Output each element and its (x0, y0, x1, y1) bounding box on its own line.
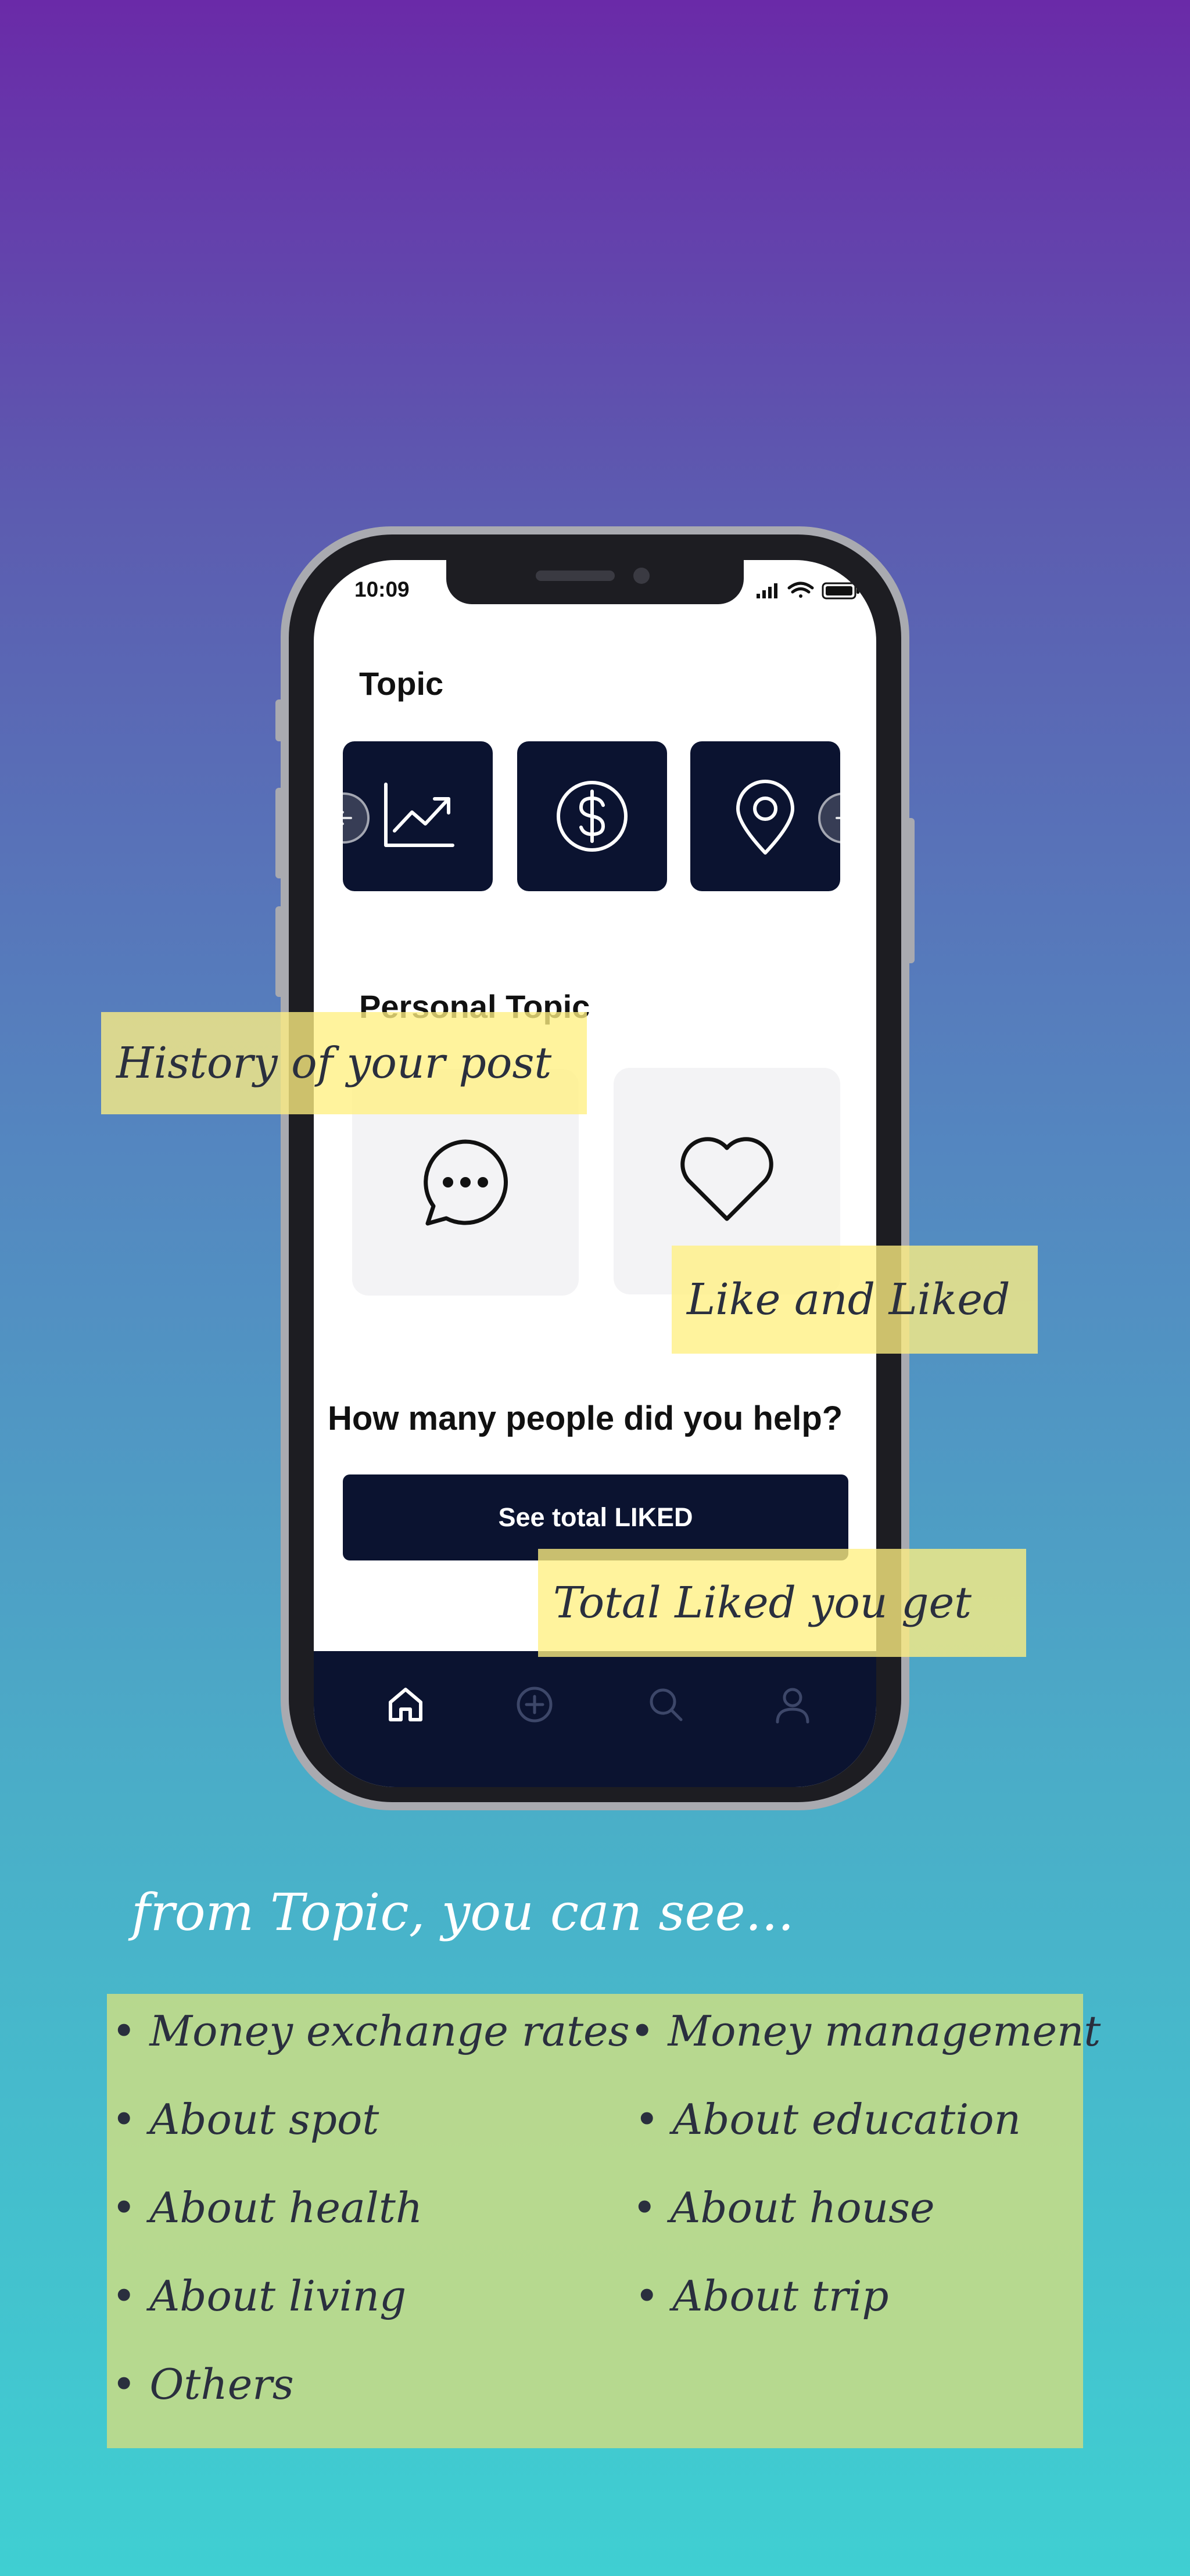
wifi-icon (787, 582, 814, 598)
dollar-icon (557, 781, 628, 852)
search-icon (650, 1688, 683, 1721)
status-time: 10:09 (354, 577, 410, 601)
bottom-tab-bar (314, 1651, 876, 1787)
volume-up-button (275, 788, 285, 878)
profile-icon (776, 1688, 809, 1724)
list-item: • About health (112, 2183, 423, 2232)
list-item: • About house (632, 2183, 935, 2232)
tab-profile[interactable] (769, 1681, 816, 1728)
add-circle-icon (517, 1687, 553, 1723)
tab-add[interactable] (511, 1681, 558, 1728)
notch (446, 560, 744, 604)
volume-down-button (275, 906, 285, 997)
speaker (536, 571, 615, 581)
list-item: • About education (635, 2095, 1021, 2144)
camera (633, 568, 650, 584)
topic-card-money[interactable] (517, 741, 667, 891)
chat-bubble-icon (424, 1139, 508, 1226)
home-icon (389, 1688, 422, 1721)
power-button (905, 818, 915, 963)
list-item: • About spot (112, 2095, 379, 2144)
topic-title: Topic (359, 665, 444, 702)
arrow-left-icon (336, 811, 352, 825)
topic-subtitle: from Topic, you can see... (131, 1882, 794, 1942)
list-item: • Others (112, 2360, 294, 2409)
heart-icon (680, 1137, 773, 1221)
list-item: • About living (112, 2272, 407, 2320)
note-history-of-post: History of your post (101, 1012, 587, 1114)
location-pin-icon (736, 780, 794, 855)
carousel-next-button[interactable] (818, 792, 869, 844)
list-item: • About trip (635, 2272, 889, 2320)
topic-list-box: • Money exchange rates • About spot • Ab… (107, 1994, 1101, 2448)
cellular-signal-icon (757, 583, 777, 598)
list-item: • Money exchange rates (112, 2007, 630, 2055)
see-total-liked-button[interactable]: See total LIKED (343, 1474, 848, 1560)
battery-icon (822, 582, 859, 600)
arrow-right-icon (836, 811, 852, 825)
tab-home[interactable] (382, 1681, 429, 1728)
mute-switch (275, 699, 285, 741)
tab-search[interactable] (643, 1681, 689, 1728)
status-icons (757, 582, 859, 600)
help-question: How many people did you help? (328, 1400, 843, 1437)
carousel-prev-button[interactable] (318, 792, 370, 844)
note-total-liked: Total Liked you get (538, 1549, 1026, 1657)
list-item: • Money management (630, 2007, 1101, 2055)
chart-trend-icon (384, 783, 454, 847)
note-like-and-liked: Like and Liked (672, 1246, 1038, 1354)
